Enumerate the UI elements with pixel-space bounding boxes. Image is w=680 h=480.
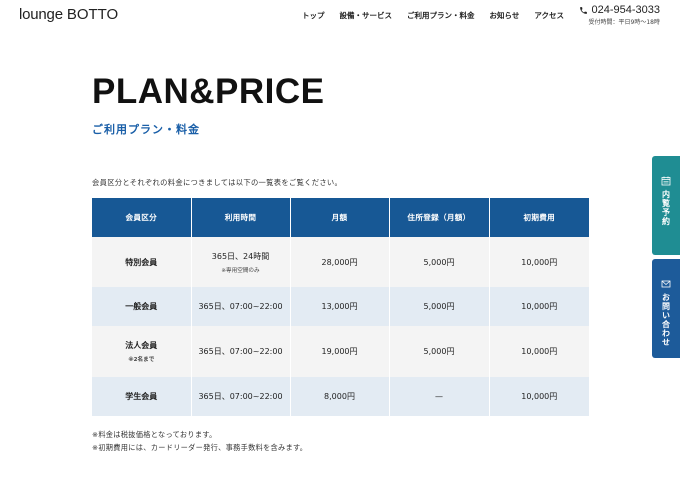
cell-monthly: 19,000円: [290, 326, 390, 377]
cell-address: 5,000円: [389, 287, 490, 326]
page-subtitle: ご利用プラン・料金: [92, 123, 200, 136]
cell-monthly: 8,000円: [290, 377, 390, 416]
logo-text-botto: BOTTO: [66, 6, 119, 23]
cell-member-type: 学生会員: [92, 377, 192, 416]
cell-member-type: 特別会員: [92, 237, 192, 287]
cell-hours: 365日、24時間 ※専用空間のみ: [191, 237, 291, 287]
cell-member-type: 法人会員 ※2名まで: [92, 326, 192, 377]
header-monthly: 月額: [290, 198, 390, 237]
price-table: 会員区分 利用時間 月額 住所登録（月額） 初期費用 特別会員 365日、24時…: [92, 198, 589, 416]
contact-tab-label: お問い合わせ: [661, 293, 671, 347]
hours-value: 365日、24時間: [211, 251, 270, 261]
cell-member-type: 一般会員: [92, 287, 192, 326]
header-address: 住所登録（月額）: [389, 198, 490, 237]
nav-item-top[interactable]: トップ: [302, 10, 325, 21]
header-initial: 初期費用: [489, 198, 589, 237]
business-hours: 受付時間：平日9時〜18時: [588, 19, 660, 26]
cell-address: —: [389, 377, 490, 416]
cell-hours: 365日、07:00~22:00: [191, 287, 291, 326]
table-row: 特別会員 365日、24時間 ※専用空間のみ 28,000円 5,000円 10…: [92, 237, 589, 287]
cell-monthly: 13,000円: [290, 287, 390, 326]
header-hours: 利用時間: [191, 198, 291, 237]
page-title: PLAN&PRICE: [92, 72, 325, 111]
reserve-tab[interactable]: 内覧予約: [652, 156, 680, 255]
contact-tab[interactable]: お問い合わせ: [652, 259, 680, 358]
calendar-icon: [661, 176, 671, 186]
nav-item-access[interactable]: アクセス: [534, 10, 564, 21]
nav-item-plans[interactable]: ご利用プラン・料金: [407, 10, 475, 21]
cell-monthly: 28,000円: [290, 237, 390, 287]
footnote-initial-fee: ※初期費用には、カードリーダー発行、事務手数料を含みます。: [92, 443, 308, 452]
member-type-label: 特別会員: [125, 257, 158, 267]
table-row: 法人会員 ※2名まで 365日、07:00~22:00 19,000円 5,00…: [92, 326, 589, 377]
site-logo[interactable]: lounge BOTTO: [19, 6, 118, 23]
nav-item-facilities[interactable]: 設備・サービス: [340, 10, 393, 21]
phone-icon: [580, 6, 588, 14]
member-type-label: 一般会員: [125, 302, 158, 311]
mail-icon: [661, 280, 671, 288]
cell-hours: 365日、07:00~22:00: [191, 326, 291, 377]
member-type-label: 法人会員: [125, 341, 158, 350]
hours-note: ※専用空間のみ: [221, 267, 260, 274]
cell-hours: 365日、07:00~22:00: [191, 377, 291, 416]
phone-block: 024-954-3033 受付時間：平日9時〜18時: [579, 4, 660, 26]
footnote-tax: ※料金は税抜価格となっております。: [92, 430, 217, 439]
cell-initial: 10,000円: [489, 237, 589, 287]
cell-initial: 10,000円: [489, 377, 589, 416]
cell-initial: 10,000円: [489, 287, 589, 326]
reserve-tab-label: 内覧予約: [661, 190, 671, 226]
member-type-label: 学生会員: [125, 392, 158, 401]
header-member-type: 会員区分: [92, 198, 192, 237]
nav-item-news[interactable]: お知らせ: [490, 10, 520, 21]
phone-link[interactable]: 024-954-3033: [579, 4, 660, 16]
member-type-note: ※2名まで: [128, 357, 155, 363]
phone-number: 024-954-3033: [591, 4, 660, 16]
cell-address: 5,000円: [389, 237, 490, 287]
main-nav: トップ 設備・サービス ご利用プラン・料金 お知らせ アクセス: [302, 10, 579, 21]
logo-text-lounge: lounge: [19, 6, 67, 23]
intro-text: 会員区分とそれぞれの料金につきましては以下の一覧表をご覧ください。: [92, 178, 343, 187]
cell-address: 5,000円: [389, 326, 490, 377]
table-row: 学生会員 365日、07:00~22:00 8,000円 — 10,000円: [92, 377, 589, 416]
footnotes: ※料金は税抜価格となっております。 ※初期費用には、カードリーダー発行、事務手数…: [92, 428, 307, 454]
table-header-row: 会員区分 利用時間 月額 住所登録（月額） 初期費用: [92, 198, 589, 237]
table-row: 一般会員 365日、07:00~22:00 13,000円 5,000円 10,…: [92, 287, 589, 326]
cell-initial: 10,000円: [489, 326, 589, 377]
